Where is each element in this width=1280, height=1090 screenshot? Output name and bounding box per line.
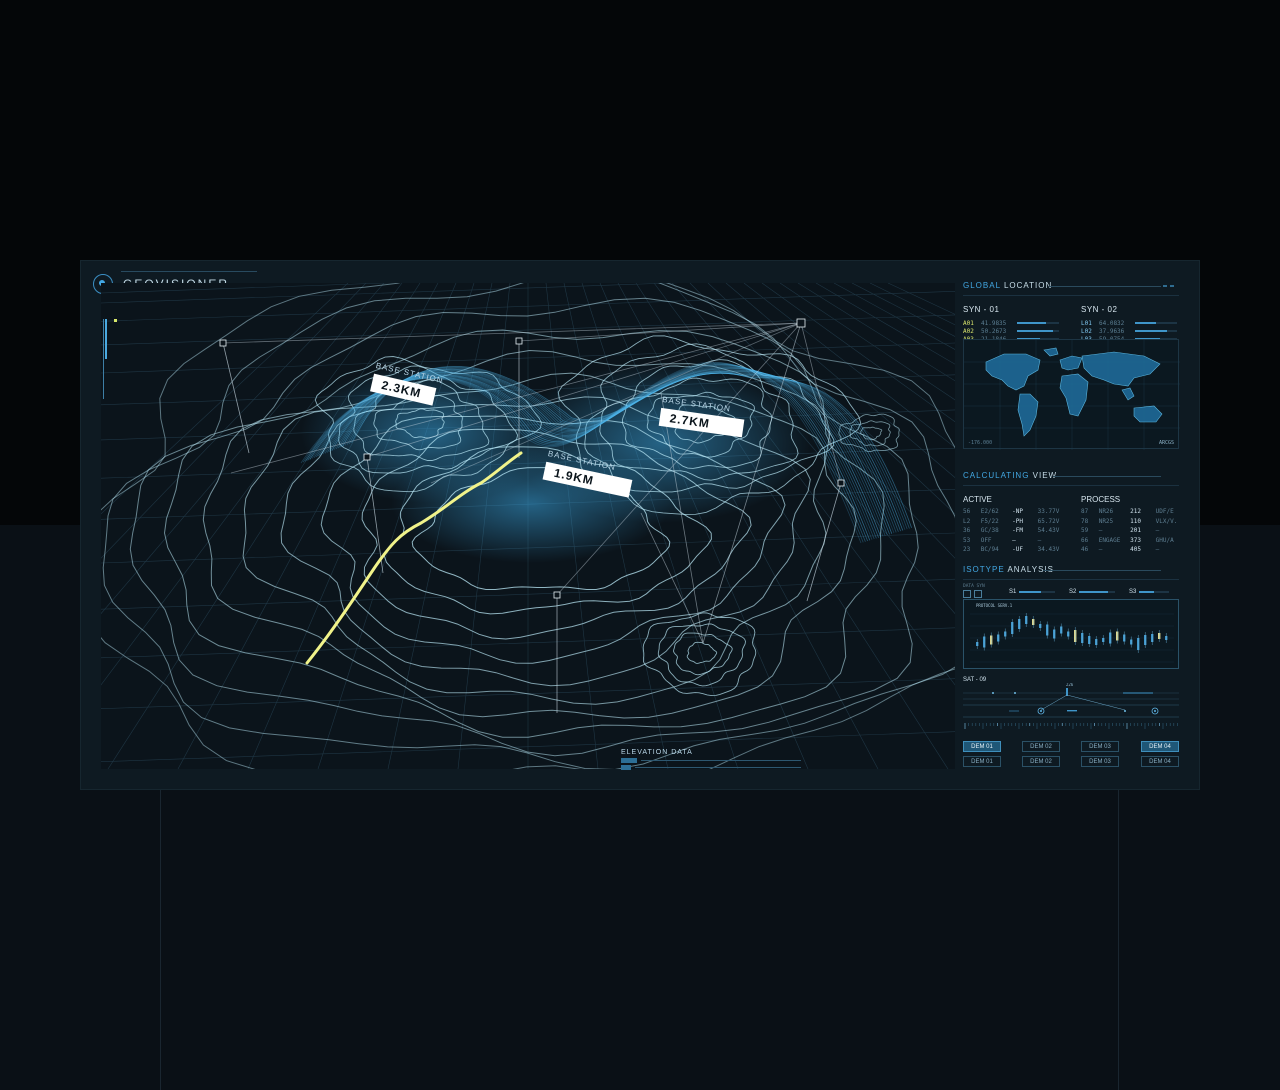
station-marker-icon[interactable]	[363, 453, 371, 461]
syn2-row: L01 64.0832	[1081, 319, 1177, 327]
active-row: 56 E2/62 -NP 33.77V	[963, 508, 1060, 515]
active-row: 23 BC/94 -UF 34.43V	[963, 546, 1060, 553]
dem-04-button-secondary[interactable]: DEM 04	[1141, 756, 1179, 767]
world-map-svg	[964, 340, 1180, 450]
dem-button-grid: DEM 01 DEM 02 DEM 03 DEM 04 DEM 01 DEM 0…	[963, 741, 1179, 771]
active-table: ACTIVE 56 E2/62 -NP 33.77V L2 F5/22 -PH 65.72V 3…	[963, 495, 1067, 556]
geovisioner-dashboard: GEOVISIONER BASE STATION 2.3KM	[80, 260, 1200, 790]
sat-timeline[interactable]: 226	[963, 683, 1179, 735]
dem-03-button[interactable]: DEM 03	[1081, 741, 1119, 752]
dem-02-button-secondary[interactable]: DEM 02	[1022, 756, 1060, 767]
right-panel: GLOBAL LOCATION SYN - 01 A01 41.9835 A02 50…	[963, 275, 1180, 775]
dem-04-button[interactable]: DEM 04	[1141, 741, 1179, 752]
isotype-analysis-title: ISOTYPE ANALYSIS	[963, 565, 1055, 574]
svg-text:226: 226	[1066, 683, 1074, 687]
frame-line-left	[160, 790, 161, 1090]
process-row: 87 NR26 212 UDF/E	[1081, 508, 1174, 515]
process-row: 59–201–	[1081, 527, 1160, 534]
elevation-scale	[103, 319, 117, 399]
station-marker-icon[interactable]	[219, 339, 227, 347]
candlestick-svg	[970, 613, 1174, 663]
global-location-title: GLOBAL LOCATION	[963, 281, 1053, 290]
dem-03-button-secondary[interactable]: DEM 03	[1081, 756, 1119, 767]
terrain-svg	[101, 283, 955, 769]
dem-01-button-secondary[interactable]: DEM 01	[963, 756, 1001, 767]
syn2-row: L02 37.9636	[1081, 327, 1177, 335]
dem-01-button[interactable]: DEM 01	[963, 741, 1001, 752]
station-marker-icon[interactable]	[796, 318, 806, 328]
active-row: L2 F5/22 -PH 65.72V	[963, 517, 1060, 525]
calculating-view-title: CALCULATING VIEW	[963, 471, 1058, 480]
world-map[interactable]: -176.000 ARCGS	[963, 339, 1180, 450]
data-syn-label: DATA SYN	[963, 584, 985, 589]
s2-indicator: S2	[1069, 589, 1116, 595]
dem-02-button[interactable]: DEM 02	[1022, 741, 1060, 752]
active-row: 36 GC/38 -FM 54.43V	[963, 527, 1060, 534]
syn1-row: A02 50.2673	[963, 327, 1059, 335]
data-toggle-2[interactable]	[974, 590, 982, 598]
station-marker-icon[interactable]	[515, 337, 523, 345]
glow-ridge	[391, 443, 671, 563]
process-table: PROCESS 87 NR26 212 UDF/E 78 NR25 110 VLX/V. 59–…	[1081, 495, 1185, 556]
data-toggle-1[interactable]	[963, 590, 971, 598]
process-row: 78 NR25 110 VLX/V.	[1081, 517, 1178, 525]
station-marker-icon[interactable]	[837, 479, 845, 487]
terrain-map[interactable]: BASE STATION 2.3KM BASE STATION 2.7KM BA…	[101, 283, 955, 770]
syn-01: SYN - 01 A0141.9835A0250.2673A0321.1846	[963, 305, 1059, 343]
elevation-data: ELEVATION DATA	[621, 749, 801, 770]
station-marker-icon[interactable]	[553, 591, 561, 599]
s3-indicator: S3	[1129, 589, 1170, 595]
process-row: 46–405–	[1081, 546, 1160, 553]
header-divider	[121, 271, 257, 272]
s1-indicator: S1	[1009, 589, 1056, 595]
active-row: 53 OFF – –	[963, 536, 1042, 544]
frame-line-right	[1118, 790, 1119, 1090]
process-row: 66 ENGAGE 373 GHU/A	[1081, 536, 1174, 544]
syn1-row: A01 41.9835	[963, 319, 1059, 327]
syn-02: SYN - 02 L0164.0832L0237.9636L0359.0754	[1081, 305, 1177, 343]
candlestick-chart[interactable]: PROTOCOL SERV.1	[963, 599, 1179, 669]
